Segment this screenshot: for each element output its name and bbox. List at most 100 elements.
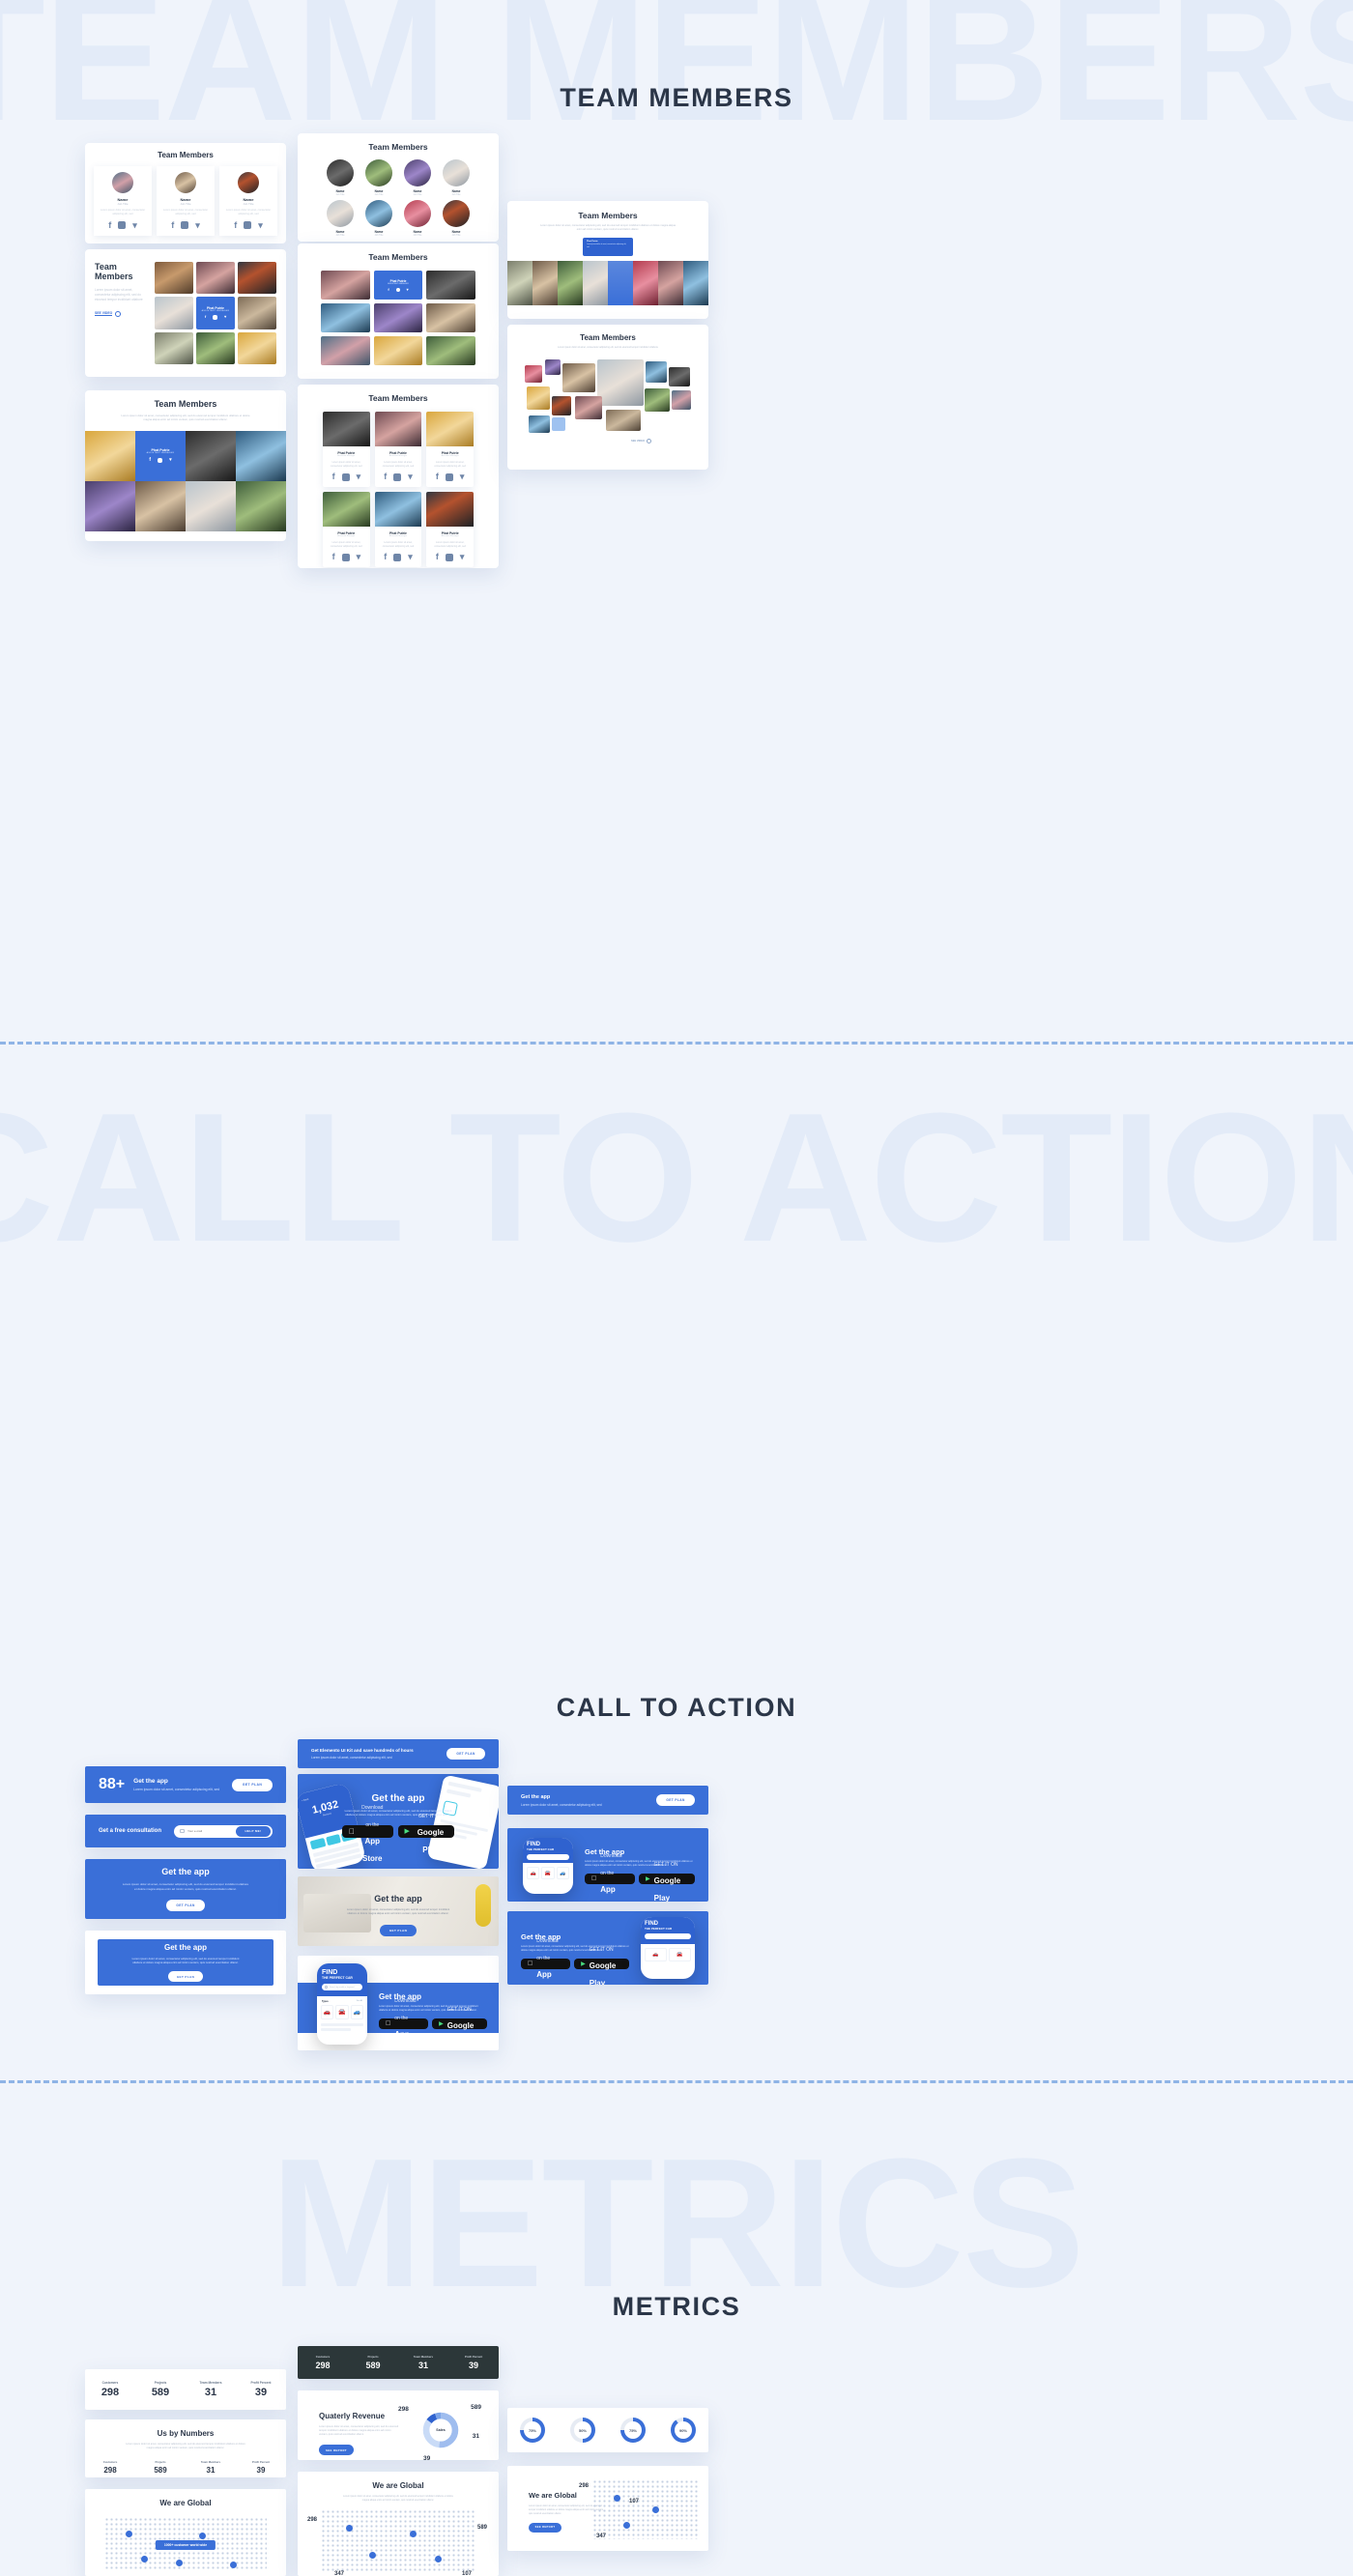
- get-plan-button[interactable]: GET PLAN: [380, 1924, 417, 1936]
- member-photo[interactable]: [238, 262, 276, 295]
- team-card-collage[interactable]: Team Members Lorem ipsum dolor sit amet,…: [507, 325, 708, 470]
- get-plan-button[interactable]: GET PLAN: [446, 1748, 485, 1760]
- social-links[interactable]: f ▾: [388, 287, 409, 292]
- app-store-button[interactable]:  Download on the App Store: [585, 1853, 636, 1893]
- app-store-button[interactable]:  Download on the App Store: [379, 1998, 429, 2050]
- map-pin[interactable]: [176, 2560, 183, 2566]
- see-video-link[interactable]: SEE VIDEO: [95, 310, 148, 317]
- member-photo[interactable]: [196, 262, 235, 295]
- phone-search-field[interactable]: Search by model or keyword: [322, 1984, 362, 1990]
- social-links[interactable]: f ▾: [223, 220, 273, 230]
- instagram-icon[interactable]: [213, 314, 218, 320]
- team-member-tile[interactable]: Name Job Title Lorem ipsum dolor sit ame…: [157, 166, 215, 236]
- get-plan-button[interactable]: GET PLAN: [168, 1971, 203, 1983]
- google-play-button[interactable]: ▶ GET IT ON Google Play: [397, 1815, 454, 1854]
- play-circle-icon[interactable]: [646, 438, 651, 444]
- member-photo[interactable]: [321, 303, 370, 332]
- map-pin[interactable]: [141, 2556, 148, 2562]
- map-pin[interactable]: [369, 2552, 376, 2560]
- social-links[interactable]: f ▾: [430, 553, 470, 561]
- twitter-icon[interactable]: ▾: [195, 220, 200, 230]
- email-input[interactable]: [187, 1829, 236, 1833]
- car-type-tile[interactable]: 🚗: [321, 2005, 334, 2019]
- twitter-icon[interactable]: ▾: [407, 287, 409, 292]
- get-plan-button[interactable]: GET PLAN: [232, 1778, 273, 1791]
- team-member-tile[interactable]: Name Job Title: [323, 159, 358, 196]
- team-card-group-hero[interactable]: Team Members Lorem ipsum dolor sit amet,…: [507, 201, 708, 319]
- see-video-link[interactable]: SEE VIDEO: [631, 438, 651, 444]
- social-links[interactable]: f ▾: [160, 220, 211, 230]
- team-member-tile[interactable]: Name Job Title Lorem ipsum dolor sit ame…: [94, 166, 152, 236]
- map-pin[interactable]: [199, 2533, 206, 2539]
- team-card-profile-cards[interactable]: Team Members Phat Putrie Assistant Manag…: [298, 385, 499, 568]
- see-all-link[interactable]: See All: [357, 2000, 362, 2003]
- social-links[interactable]: f ▾: [327, 553, 366, 561]
- facebook-icon[interactable]: f: [436, 472, 439, 481]
- member-photo[interactable]: [135, 480, 186, 531]
- instagram-icon[interactable]: [341, 472, 350, 481]
- team-card-avatar-circles[interactable]: Team Members Name Job Title Name Job Tit…: [298, 133, 499, 242]
- team-member-tile[interactable]: Phat Putrie Assistant Manager Lorem ipsu…: [374, 412, 422, 488]
- team-member-tile[interactable]: Name Job Title: [439, 200, 474, 237]
- twitter-icon[interactable]: ▾: [132, 220, 137, 230]
- cta-banner-desk-photo[interactable]: Get the app Lorem ipsum dolor sit amet, …: [298, 1876, 499, 1946]
- member-photo[interactable]: [186, 480, 236, 531]
- instagram-icon[interactable]: [395, 287, 400, 292]
- team-member-tile[interactable]: Name Job Title: [361, 200, 396, 237]
- team-member-tile[interactable]: Phat Putrie Assistant Manager Lorem ipsu…: [374, 492, 422, 568]
- social-links[interactable]: f ▾: [149, 458, 172, 464]
- cta-banner-consultation[interactable]: Get a free consultation HELP ME!: [85, 1815, 286, 1847]
- map-pin[interactable]: [623, 2522, 630, 2529]
- cta-banner-elemento[interactable]: Get Elemento UI Kit and save hundreds of…: [298, 1739, 499, 1768]
- google-play-button[interactable]: ▶ GET IT ON Google Play: [574, 1947, 629, 1985]
- cta-banner-car-app[interactable]: FIND THE PERFECT CAR Search by model or …: [298, 1956, 499, 2050]
- metrics-card-us-by-numbers[interactable]: Us by Numbers Lorem ipsum dolor sit amet…: [85, 2419, 286, 2477]
- metrics-card-global-middle[interactable]: We are Global Lorem ipsum dolor sit amet…: [298, 2472, 499, 2576]
- member-photo[interactable]: [426, 336, 475, 365]
- team-member-tile[interactable]: Phat Putrie Assistant Manager Lorem ipsu…: [323, 492, 370, 568]
- map-pin[interactable]: [126, 2531, 132, 2537]
- member-photo[interactable]: [196, 331, 235, 364]
- social-links[interactable]: f ▾: [98, 220, 148, 230]
- facebook-icon[interactable]: f: [171, 220, 174, 230]
- car-type-tile[interactable]: 🚘: [335, 2005, 349, 2019]
- member-photo[interactable]: [606, 409, 641, 431]
- member-photo[interactable]: [597, 358, 644, 406]
- google-play-button[interactable]: ▶ GET IT ON Google Play: [432, 2007, 487, 2047]
- metrics-card-statbar-dark[interactable]: Customers 298 Projects 589 Team Members …: [298, 2346, 499, 2379]
- member-photo[interactable]: [426, 303, 475, 332]
- twitter-icon[interactable]: ▾: [258, 220, 263, 230]
- get-plan-button[interactable]: GET PLAN: [656, 1794, 695, 1806]
- member-photo[interactable]: [545, 358, 561, 375]
- get-plan-button[interactable]: GET PLAN: [166, 1899, 205, 1911]
- facebook-icon[interactable]: f: [205, 315, 206, 319]
- team-member-tile[interactable]: Name Job Title: [400, 159, 435, 196]
- twitter-icon[interactable]: ▾: [169, 458, 172, 463]
- instagram-icon[interactable]: [118, 221, 127, 230]
- instagram-icon[interactable]: [445, 472, 453, 481]
- social-links[interactable]: f ▾: [327, 472, 366, 481]
- twitter-icon[interactable]: ▾: [408, 553, 413, 561]
- member-photo[interactable]: [562, 362, 595, 392]
- team-member-tile[interactable]: Name Job Title: [361, 159, 396, 196]
- phone-search-field[interactable]: [645, 1933, 691, 1939]
- member-highlight-tile[interactable]: Phat Putrie ASSISTANT MANAGER f ▾: [135, 430, 186, 481]
- car-type-tile[interactable]: 🚘: [669, 1948, 691, 1961]
- team-card-photo-grid[interactable]: Team Members Lorem ipsum dolor sit amet,…: [85, 249, 286, 377]
- map-pin[interactable]: [346, 2525, 353, 2533]
- member-photo[interactable]: [552, 395, 571, 415]
- help-me-button[interactable]: HELP ME!: [236, 1825, 271, 1837]
- member-photo[interactable]: [155, 297, 193, 329]
- instagram-icon[interactable]: [341, 553, 350, 561]
- member-photo[interactable]: [645, 387, 670, 412]
- cta-banner-app-mockups[interactable]: < Back 1,032 Reviews Get the app Lorem i…: [298, 1774, 499, 1869]
- member-photo[interactable]: [669, 366, 690, 386]
- member-highlight-tile[interactable]: Phat Putrie ASSISTANT MANAGER f ▾: [373, 271, 423, 300]
- metrics-card-global-right[interactable]: We are Global Lorem ipsum dolor sit amet…: [507, 2466, 708, 2551]
- social-links[interactable]: f ▾: [379, 553, 418, 561]
- social-links[interactable]: f ▾: [205, 314, 226, 320]
- team-card-fullbleed-grid[interactable]: Team Members Lorem ipsum dolor sit amet,…: [85, 390, 286, 541]
- instagram-icon[interactable]: [181, 221, 189, 230]
- cta-banner-simple[interactable]: Get the app Lorem ipsum dolor sit amet, …: [507, 1786, 708, 1815]
- team-member-tile[interactable]: Phat Putrie Assistant Manager Lorem ipsu…: [426, 492, 474, 568]
